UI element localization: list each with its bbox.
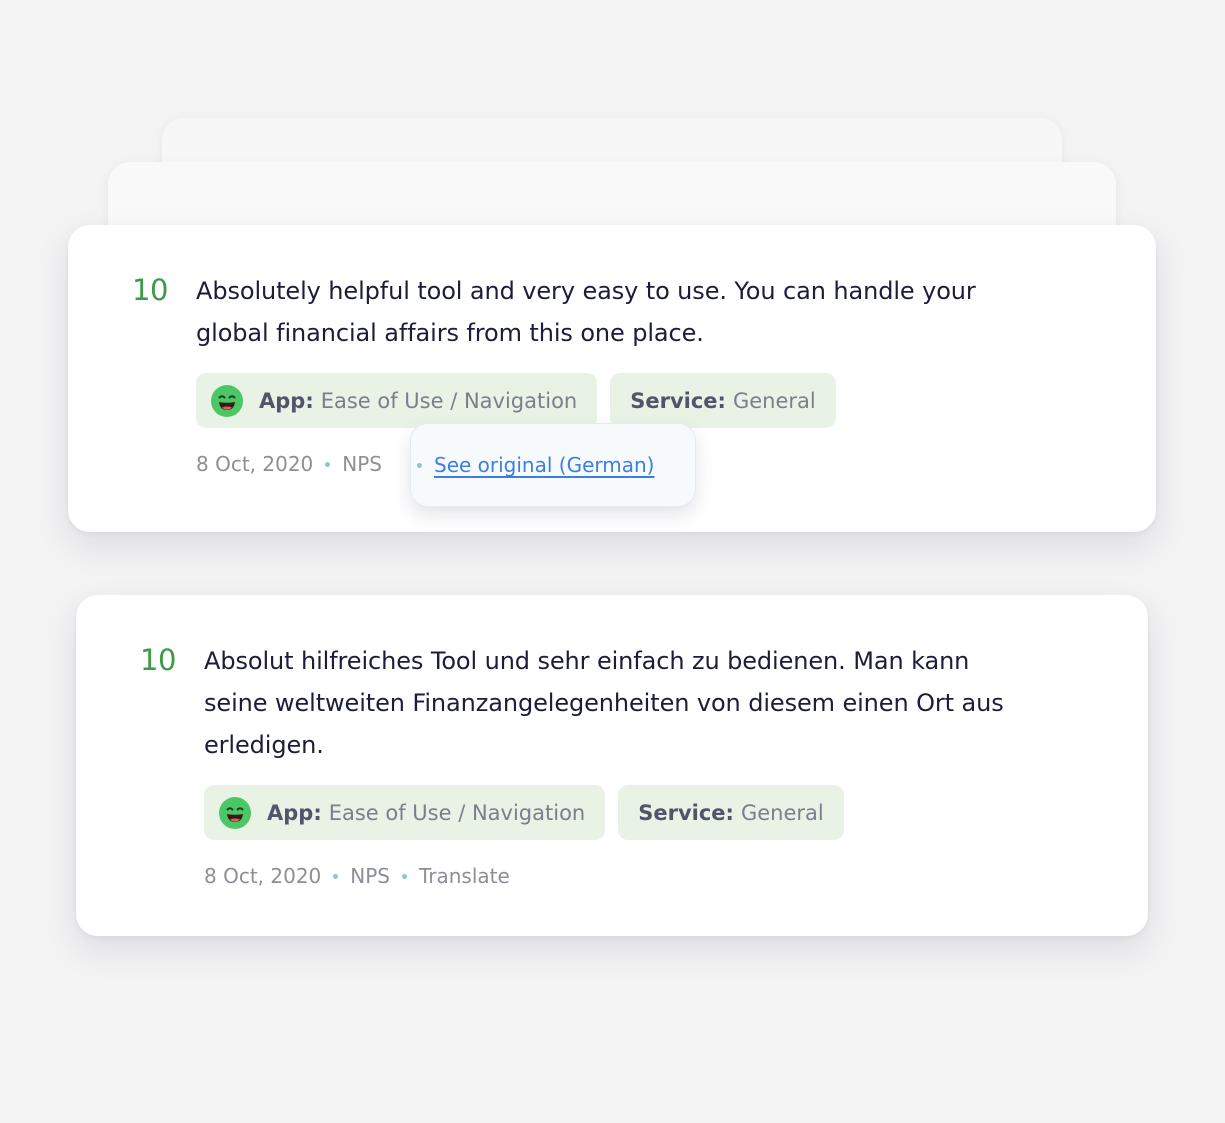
tag-service[interactable]: Service: General (618, 785, 844, 840)
tag-key: Service: (630, 388, 726, 413)
tag-list: App: Ease of Use / Navigation Service: G… (204, 785, 844, 840)
see-original-link[interactable]: See original (German) (434, 453, 654, 477)
laughing-face-icon (219, 796, 251, 829)
nps-score: 10 (140, 643, 176, 677)
review-meta: 8 Oct, 2020 NPS Translate (204, 864, 510, 888)
laughing-face-icon (211, 384, 243, 417)
review-date: 8 Oct, 2020 (196, 452, 314, 476)
translate-link[interactable]: Translate (419, 864, 510, 888)
tag-list: App: Ease of Use / Navigation Service: G… (196, 373, 836, 428)
review-channel: NPS (350, 864, 390, 888)
review-text-line: global financial affairs from this one p… (196, 319, 704, 347)
separator-dot (402, 873, 407, 879)
tag-value: General (740, 800, 824, 825)
review-date: 8 Oct, 2020 (204, 864, 322, 888)
review-text-line: seine weltweiten Finanzangelegenheiten v… (204, 689, 1004, 717)
tag-value: Ease of Use / Navigation (320, 388, 578, 413)
tag-service[interactable]: Service: General (610, 373, 836, 428)
review-meta: 8 Oct, 2020 NPS (196, 452, 382, 476)
review-text-line: erledigen. (204, 731, 324, 759)
tag-value: General (732, 388, 816, 413)
tag-key: App: (259, 388, 314, 413)
review-text-line: Absolutely helpful tool and very easy to… (196, 277, 976, 305)
separator-dot (325, 461, 331, 467)
separator-dot (417, 462, 422, 468)
review-channel: NPS (342, 452, 382, 476)
tag-key: App: (267, 800, 322, 825)
review-stack: 10 Absolutely helpful tool and very easy… (0, 0, 1225, 1123)
see-original-popover: See original (German) (410, 423, 696, 507)
tag-app[interactable]: App: Ease of Use / Navigation (204, 785, 606, 840)
nps-score: 10 (132, 273, 168, 307)
review-text: Absolutely helpful tool and very easy to… (196, 270, 976, 354)
review-card-german: 10 Absolut hilfreiches Tool und sehr ein… (76, 595, 1148, 936)
tag-app[interactable]: App: Ease of Use / Navigation (196, 373, 598, 428)
review-text: Absolut hilfreiches Tool und sehr einfac… (204, 640, 1004, 766)
tag-value: Ease of Use / Navigation (328, 800, 586, 825)
review-text-line: Absolut hilfreiches Tool und sehr einfac… (204, 647, 970, 675)
tag-key: Service: (638, 800, 734, 825)
separator-dot (333, 873, 339, 879)
